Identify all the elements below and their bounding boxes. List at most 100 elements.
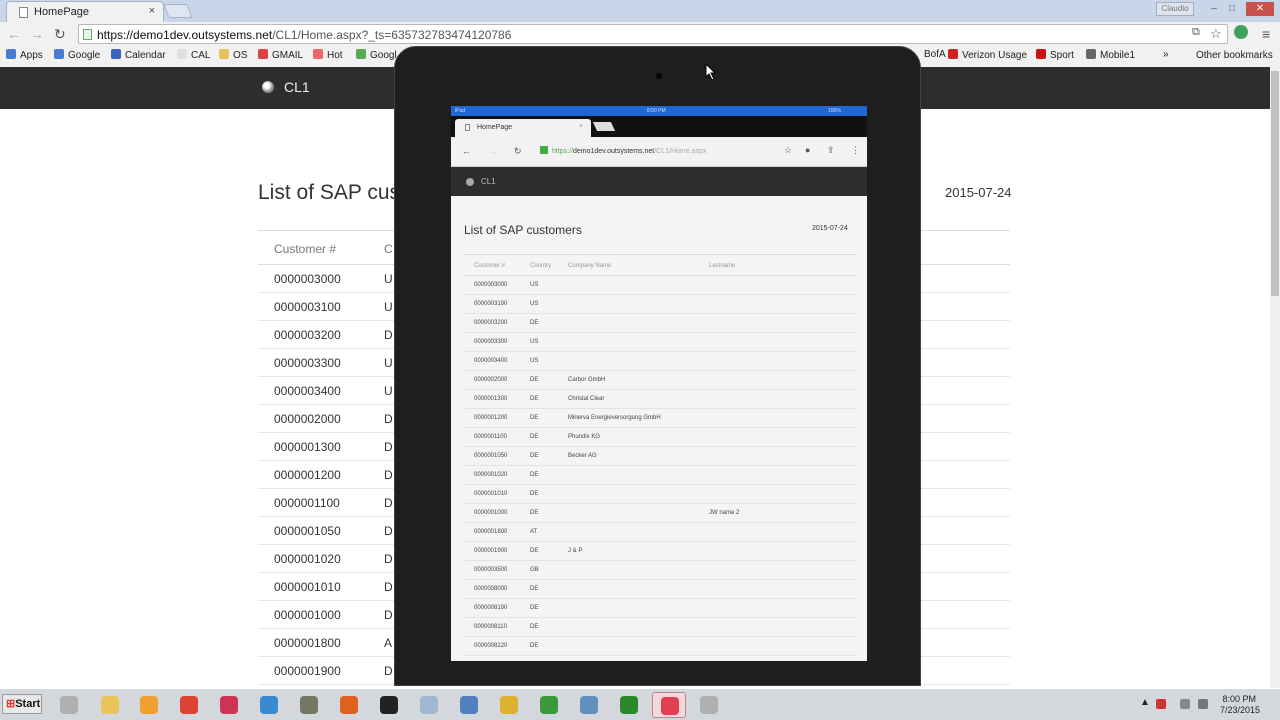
app-calc-icon[interactable] bbox=[412, 692, 446, 718]
app-cmd-icon[interactable] bbox=[372, 692, 406, 718]
bookmark-os[interactable]: OS bbox=[219, 49, 247, 61]
cell-customer: 0000003500 bbox=[474, 567, 508, 573]
reload-icon[interactable]: ↻ bbox=[54, 26, 66, 43]
ipad-table-row: 0000002000 DE Carbor GmbH bbox=[464, 371, 856, 390]
site-logo-icon bbox=[262, 81, 274, 93]
app-firefox-icon[interactable] bbox=[332, 692, 366, 718]
folder-icon bbox=[1182, 49, 1192, 59]
ipad-new-tab-button[interactable] bbox=[592, 122, 616, 131]
app-folder-icon[interactable] bbox=[492, 692, 526, 718]
bookmark-googl[interactable]: Googl bbox=[356, 49, 397, 61]
bookmark-hot[interactable]: Hot bbox=[313, 49, 343, 61]
tab-close-icon[interactable]: × bbox=[149, 5, 155, 17]
col-customer[interactable]: Customer # bbox=[274, 242, 336, 256]
page-date: 2015-07-24 bbox=[945, 185, 1012, 200]
app-media-icon[interactable] bbox=[132, 692, 166, 718]
site-title[interactable]: CL1 bbox=[284, 79, 310, 95]
app-green-c2-icon[interactable] bbox=[612, 692, 646, 718]
cell-country: U bbox=[384, 356, 393, 370]
ipad-col-country[interactable]: Country bbox=[530, 263, 551, 269]
status-device: iPad bbox=[455, 108, 466, 114]
col-country[interactable]: C bbox=[384, 242, 393, 256]
tray-expand-icon[interactable]: ▲ bbox=[1140, 697, 1150, 708]
cell-country: A bbox=[384, 636, 393, 650]
app-green-c-glyph bbox=[540, 696, 558, 714]
volume-icon[interactable] bbox=[1198, 699, 1208, 709]
bookmark-verizon[interactable]: Verizon Usage bbox=[948, 49, 1027, 61]
app-gimp-icon[interactable] bbox=[292, 692, 326, 718]
clock-time[interactable]: 8:00 PM bbox=[1222, 694, 1256, 704]
app-green-c-icon[interactable] bbox=[532, 692, 566, 718]
ipad-share-icon[interactable]: ⇪ bbox=[827, 145, 835, 156]
app-disc2-icon[interactable] bbox=[692, 692, 726, 718]
url-host: https://demo1dev.outsystems.net bbox=[97, 28, 273, 42]
maximize-icon[interactable]: □ bbox=[1224, 2, 1240, 16]
minimize-icon[interactable]: – bbox=[1206, 2, 1222, 16]
app-chrome-icon[interactable] bbox=[172, 692, 206, 718]
bookmark-gmail[interactable]: GMAIL bbox=[258, 49, 303, 61]
network-icon[interactable] bbox=[1180, 699, 1190, 709]
page-scrollbar[interactable] bbox=[1270, 67, 1280, 688]
ipad-star-icon[interactable]: ☆ bbox=[784, 145, 792, 156]
bookmark-sport[interactable]: Sport bbox=[1036, 49, 1074, 61]
cell-customer: 0000001010 bbox=[474, 491, 508, 497]
scrollbar-thumb[interactable] bbox=[1271, 71, 1279, 296]
bookmark-other[interactable]: Other bookmarks bbox=[1182, 49, 1273, 61]
ipad-site-logo-icon bbox=[466, 178, 474, 186]
back-icon[interactable]: ← bbox=[7, 26, 21, 42]
ipad-tab-close-icon[interactable]: × bbox=[579, 123, 583, 130]
app-snip-icon[interactable] bbox=[212, 692, 246, 718]
cell-country: DE bbox=[530, 586, 539, 592]
security-icon[interactable] bbox=[1156, 699, 1166, 709]
app-disc-icon[interactable] bbox=[52, 692, 86, 718]
start-button[interactable]: ⊞Start bbox=[2, 694, 42, 714]
clock-date[interactable]: 7/23/2015 bbox=[1220, 705, 1260, 715]
forward-icon[interactable]: → bbox=[30, 26, 44, 42]
bookmark-calendar[interactable]: Calendar bbox=[111, 49, 166, 61]
ipad-reload-icon[interactable]: ↻ bbox=[514, 146, 522, 157]
bookmarks-overflow-icon[interactable]: » bbox=[1163, 49, 1169, 60]
user-badge[interactable]: Claudio bbox=[1156, 2, 1194, 16]
star-icon[interactable]: ☆ bbox=[1210, 26, 1222, 42]
ipad-menu-icon[interactable]: ⋮ bbox=[851, 145, 860, 156]
browser-tab[interactable]: HomePage × bbox=[6, 1, 164, 22]
bookmark-mobile1[interactable]: Mobile1 bbox=[1086, 49, 1135, 61]
ipad-toolbar: ← → ↻ https://demo1dev.outsystems.net/CL… bbox=[451, 137, 867, 167]
ipad-forward-icon[interactable]: → bbox=[488, 146, 497, 156]
app-screen-icon[interactable] bbox=[572, 692, 606, 718]
cell-country: DE bbox=[530, 510, 539, 516]
ipad-site-title[interactable]: CL1 bbox=[481, 177, 496, 186]
translate-icon[interactable]: ⧉ bbox=[1192, 26, 1200, 39]
menu-icon[interactable]: ≡ bbox=[1262, 26, 1270, 42]
address-bar[interactable]: https://demo1dev.outsystems.net/CL1/Home… bbox=[78, 24, 1228, 44]
ipad-table-row: 0000003500 GB bbox=[464, 561, 856, 580]
cell-customer: 0000001000 bbox=[474, 510, 508, 516]
cell-country: D bbox=[384, 524, 393, 538]
ipad-back-icon[interactable]: ← bbox=[462, 146, 471, 156]
url-path: /CL1/Home.aspx?_ts=635732783474120786 bbox=[272, 28, 512, 42]
app-ie-glyph bbox=[260, 696, 278, 714]
bookmark-cal[interactable]: CAL bbox=[177, 49, 210, 61]
bookmark-google[interactable]: Google bbox=[54, 49, 100, 61]
ipad-browser-tab[interactable]: HomePage × bbox=[455, 119, 591, 137]
app-disc-glyph bbox=[60, 696, 78, 714]
cell-country: DE bbox=[530, 548, 539, 554]
ipad-col-customer[interactable]: Customer # bbox=[474, 263, 505, 269]
close-window-icon[interactable]: ✕ bbox=[1246, 2, 1274, 16]
ipad-col-lastname[interactable]: Lastname bbox=[709, 263, 735, 269]
ipad-mic-icon[interactable]: ● bbox=[805, 145, 810, 155]
extension-icon[interactable] bbox=[1234, 25, 1248, 39]
ipad-address-bar[interactable]: https://demo1dev.outsystems.net/CL1/Home… bbox=[540, 146, 706, 155]
bookmark-bofa[interactable]: BofA bbox=[924, 49, 946, 60]
cell-lastname: JW name 2 bbox=[709, 510, 740, 516]
cell-customer: 0000008110 bbox=[474, 624, 507, 630]
bookmark-apps[interactable]: Apps bbox=[6, 49, 43, 61]
app-paint-icon[interactable] bbox=[652, 692, 686, 718]
ipad-col-company[interactable]: Company Name bbox=[568, 263, 611, 269]
app-metro-icon[interactable] bbox=[452, 692, 486, 718]
app-ie-icon[interactable] bbox=[252, 692, 286, 718]
cell-customer: 0000001100 bbox=[274, 496, 340, 510]
app-explorer-icon[interactable] bbox=[93, 692, 127, 718]
new-tab-button[interactable] bbox=[163, 4, 193, 18]
bookmark-label: Googl bbox=[370, 50, 397, 61]
